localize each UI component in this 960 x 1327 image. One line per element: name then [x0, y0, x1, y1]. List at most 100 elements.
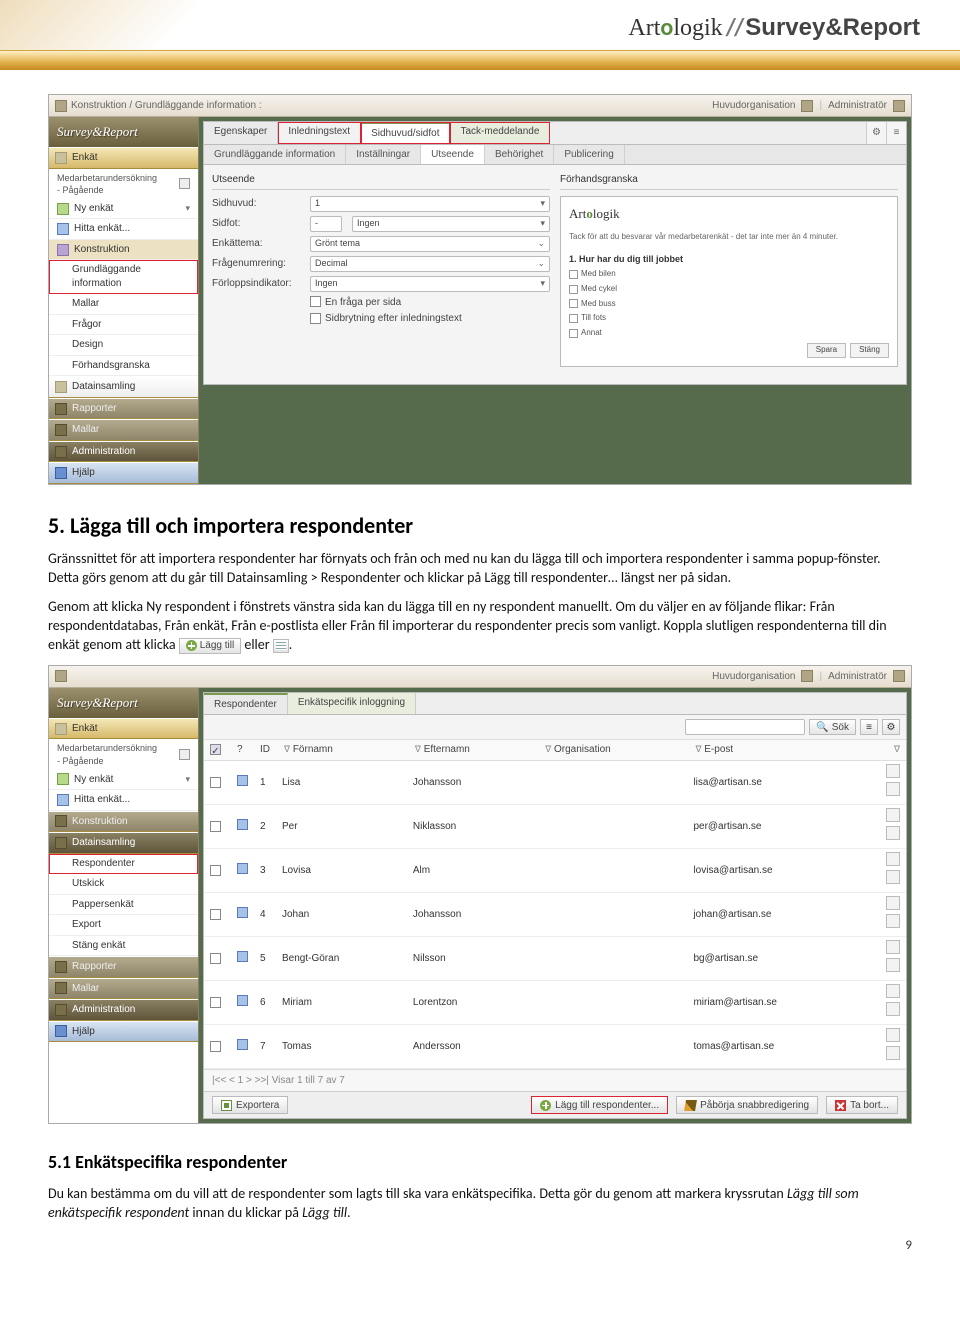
org-icon[interactable] — [801, 100, 813, 112]
sidebar-item-ny-enkat[interactable]: Ny enkät▾ — [49, 199, 198, 220]
subtab-installningar[interactable]: Inställningar — [346, 145, 421, 165]
preview-option[interactable]: Annat — [569, 328, 889, 339]
preview-close-button[interactable]: Stäng — [850, 343, 889, 358]
checkbox-sidbrytning[interactable]: Sidbrytning efter inledningstext — [310, 312, 550, 326]
sidebar-item-konstruktion[interactable]: Konstruktion — [49, 240, 198, 261]
row-edit-button[interactable] — [886, 1046, 900, 1060]
row-checkbox[interactable] — [210, 909, 221, 920]
row-copy-button[interactable] — [886, 896, 900, 910]
field-sidfot-a[interactable]: - — [310, 216, 342, 232]
user-icon[interactable] — [893, 670, 905, 682]
header-efternamn[interactable]: ∇ Efternamn — [407, 740, 537, 760]
sidebar-section-datainsamling[interactable]: Datainsamling — [49, 376, 198, 398]
table-row[interactable]: 6MiriamLorentzonmiriam@artisan.se — [204, 980, 906, 1024]
sidebar-section-rapporter[interactable]: Rapporter — [49, 956, 198, 978]
sidebar-section-mallar[interactable]: Mallar — [49, 978, 198, 1000]
user-icon[interactable] — [893, 100, 905, 112]
sidebar-item-fragor[interactable]: Frågor — [49, 315, 198, 336]
sidebar-section-rapporter[interactable]: Rapporter — [49, 398, 198, 420]
sidebar-item-hitta-enkat[interactable]: Hitta enkät... — [49, 790, 198, 811]
toolbar-bars-icon[interactable]: ≡ — [886, 122, 906, 144]
row-checkbox[interactable] — [210, 777, 221, 788]
delete-button[interactable]: Ta bort... — [826, 1096, 898, 1114]
row-edit-button[interactable] — [886, 1002, 900, 1016]
search-button[interactable]: 🔍 Sök — [809, 719, 856, 735]
toolbar-icon-a[interactable]: ≡ — [860, 719, 878, 735]
sidebar-item-design[interactable]: Design — [49, 335, 198, 356]
sidebar-section-hjalp[interactable]: Hjälp — [49, 1021, 198, 1043]
row-checkbox[interactable] — [210, 865, 221, 876]
row-checkbox[interactable] — [210, 953, 221, 964]
table-row[interactable]: 4JohanJohanssonjohan@artisan.se — [204, 892, 906, 936]
search-input[interactable] — [685, 719, 805, 735]
sidebar-item-hitta-enkat[interactable]: Hitta enkät... — [49, 219, 198, 240]
row-copy-button[interactable] — [886, 764, 900, 778]
field-sidfot-b[interactable]: Ingen▾ — [352, 216, 550, 232]
row-copy-button[interactable] — [886, 940, 900, 954]
sidebar-section-enkat[interactable]: Enkät — [49, 718, 198, 740]
preview-option[interactable]: Med bilen — [569, 269, 889, 280]
field-enkattema[interactable]: Grönt tema⌄ — [310, 236, 550, 252]
tab-sidhuvud-sidfot[interactable]: Sidhuvud/sidfot — [361, 122, 450, 144]
tab-egenskaper[interactable]: Egenskaper — [204, 122, 278, 144]
table-row[interactable]: 5Bengt-GöranNilssonbg@artisan.se — [204, 936, 906, 980]
table-row[interactable]: 2PerNiklassonper@artisan.se — [204, 804, 906, 848]
row-copy-button[interactable] — [886, 852, 900, 866]
preview-option[interactable]: Med cykel — [569, 284, 889, 295]
row-edit-button[interactable] — [886, 782, 900, 796]
field-sidhuvud[interactable]: 1▾ — [310, 196, 550, 212]
subtab-grundlaggande[interactable]: Grundläggande information — [204, 145, 346, 165]
header-select-all[interactable]: ✓ — [204, 740, 231, 760]
header-organisation[interactable]: ∇ Organisation — [537, 740, 687, 760]
subtab-publicering[interactable]: Publicering — [554, 145, 624, 165]
sidebar-section-hjalp[interactable]: Hjälp — [49, 462, 198, 484]
tab-inledningstext[interactable]: Inledningstext — [278, 122, 361, 144]
tab-respondenter[interactable]: Respondenter — [204, 693, 288, 715]
sidebar-item-grundlaggande[interactable]: Grundläggande information — [49, 260, 198, 294]
table-row[interactable]: 7TomasAnderssontomas@artisan.se — [204, 1024, 906, 1068]
tab-tack-meddelande[interactable]: Tack-meddelande — [450, 122, 550, 144]
row-copy-button[interactable] — [886, 1028, 900, 1042]
row-checkbox[interactable] — [210, 1041, 221, 1052]
pager[interactable]: |<< < 1 > >>| Visar 1 till 7 av 7 — [204, 1069, 906, 1092]
sidebar-item-stang-enkat[interactable]: Stäng enkät — [49, 936, 198, 957]
sidebar-item-ny-enkat[interactable]: Ny enkät▾ — [49, 770, 198, 791]
row-checkbox[interactable] — [210, 997, 221, 1008]
row-edit-button[interactable] — [886, 914, 900, 928]
quick-edit-button[interactable]: Påbörja snabbredigering — [676, 1096, 818, 1114]
header-fornamn[interactable]: ∇ Förnamn — [276, 740, 407, 760]
sidebar-section-datainsamling[interactable]: Datainsamling — [49, 832, 198, 854]
header-filter[interactable]: ∇ — [868, 740, 906, 760]
subtab-behorighet[interactable]: Behörighet — [485, 145, 554, 165]
tab-enkatspecifik-inloggning[interactable]: Enkätspecifik inloggning — [288, 693, 416, 715]
header-status[interactable]: ? — [231, 740, 254, 760]
row-edit-button[interactable] — [886, 826, 900, 840]
field-forlopp[interactable]: Ingen▾ — [310, 276, 550, 292]
sidebar-section-enkat[interactable]: Enkät — [49, 147, 198, 169]
sidebar-item-export[interactable]: Export — [49, 915, 198, 936]
sidebar-item-respondenter[interactable]: Respondenter — [49, 854, 198, 875]
org-icon[interactable] — [801, 670, 813, 682]
toolbar-settings-icon[interactable]: ⚙ — [866, 122, 886, 144]
field-fragenumrering[interactable]: Decimal⌄ — [310, 256, 550, 272]
sidebar-section-administration[interactable]: Administration — [49, 441, 198, 463]
sidebar-section-administration[interactable]: Administration — [49, 999, 198, 1021]
sidebar-item-utskick[interactable]: Utskick — [49, 874, 198, 895]
row-edit-button[interactable] — [886, 958, 900, 972]
home-icon[interactable] — [179, 749, 190, 760]
inline-list-icon[interactable] — [273, 639, 289, 653]
row-copy-button[interactable] — [886, 808, 900, 822]
checkbox-en-fraga-per-sida[interactable]: En fråga per sida — [310, 296, 550, 310]
add-respondents-button[interactable]: Lägg till respondenter... — [531, 1096, 668, 1114]
toolbar-icon-b[interactable]: ⚙ — [882, 719, 900, 735]
row-checkbox[interactable] — [210, 821, 221, 832]
preview-option[interactable]: Till fots — [569, 313, 889, 324]
sidebar-section-konstruktion[interactable]: Konstruktion — [49, 811, 198, 833]
export-button[interactable]: Exportera — [212, 1096, 288, 1114]
sidebar-section-mallar[interactable]: Mallar — [49, 419, 198, 441]
header-epost[interactable]: ∇ E-post — [687, 740, 868, 760]
inline-add-button[interactable]: Lägg till — [179, 638, 241, 654]
sidebar-item-pappersenkat[interactable]: Pappersenkät — [49, 895, 198, 916]
preview-save-button[interactable]: Spara — [807, 343, 846, 358]
home-icon[interactable] — [179, 178, 190, 189]
